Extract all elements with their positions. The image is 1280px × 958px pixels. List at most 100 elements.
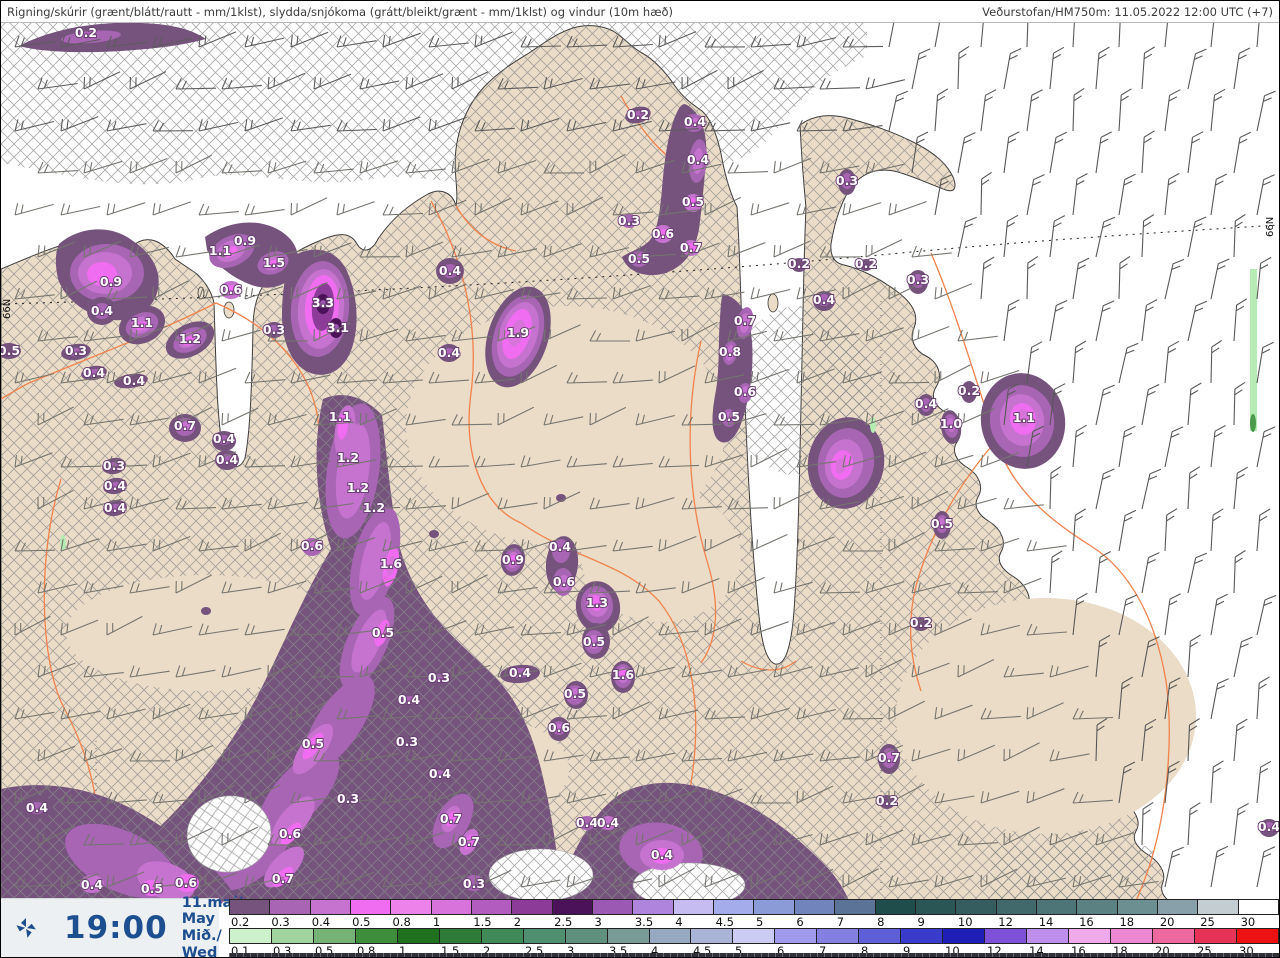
precip-value-label: 0.5 <box>372 625 394 640</box>
precip-value-label: 0.5 <box>718 409 740 424</box>
legend-swatch <box>835 900 876 914</box>
legend-label: 14 <box>1038 915 1054 929</box>
precip-value-label: 0.4 <box>915 396 937 411</box>
timeline-tick-bar <box>229 953 1279 957</box>
precip-value-label: 0.7 <box>440 811 462 826</box>
legend-label: 4.5 <box>715 915 734 929</box>
precip-value-label: 0.4 <box>104 478 126 493</box>
precip-value-label: 1.9 <box>507 325 529 340</box>
legend-swatch <box>1117 900 1158 914</box>
precip-value-label: 1.2 <box>363 500 385 515</box>
legend-label: 30 <box>1240 915 1256 929</box>
legend-swatch <box>633 900 674 914</box>
legend-swatch <box>1152 929 1195 943</box>
precip-value-label: 0.6 <box>220 282 242 297</box>
legend-swatch <box>593 900 634 914</box>
precip-value-label: 3.1 <box>327 320 349 335</box>
legend-label: 4 <box>675 915 683 929</box>
precip-value-label: 0.2 <box>855 256 877 271</box>
precip-value-label: 0.3 <box>263 322 285 337</box>
precip-value-label: 0.4 <box>26 800 48 815</box>
legend-swatch <box>397 929 440 943</box>
legend-swatch <box>775 929 818 943</box>
legend-label: 3.5 <box>634 915 654 929</box>
precip-value-label: 0.4 <box>216 452 238 467</box>
precip-value-label: 0.4 <box>213 431 235 446</box>
legend-label: 3 <box>594 915 602 929</box>
compass-pinwheel-icon <box>16 918 36 938</box>
forecast-time: 19:00 <box>64 910 168 946</box>
legend-swatch <box>714 900 755 914</box>
legend-label: 0.5 <box>352 915 371 929</box>
sleet-snow-scale <box>229 899 1279 915</box>
legend-swatch <box>481 929 524 943</box>
precip-value-label: 0.4 <box>509 665 531 680</box>
legend-label: 0.3 <box>271 915 290 929</box>
legend-swatch <box>512 900 553 914</box>
legend-swatch <box>310 900 352 914</box>
legend-swatch <box>472 900 513 914</box>
precip-value-label: 0.5 <box>141 881 163 896</box>
legend-label: 7 <box>836 915 845 929</box>
legend-swatch <box>985 929 1028 943</box>
legend-swatch <box>229 900 271 914</box>
legend: 0.2 0.3 0.4 0.5 0.8 1 1.5 2 2.5 3 3.5 4 4.5 5 6 7 8 9 10 12… <box>229 899 1279 957</box>
legend-swatch <box>607 929 650 943</box>
precip-value-label: 0.4 <box>576 815 598 830</box>
precip-value-label: 0.7 <box>680 240 702 255</box>
precip-value-label: 0.7 <box>458 834 480 849</box>
legend-swatch <box>1194 929 1237 943</box>
precip-value-label: 0.5 <box>1 343 20 358</box>
legend-label: 25 <box>1200 915 1215 929</box>
precip-value-label: 0.4 <box>687 152 709 167</box>
precip-value-label: 0.3 <box>836 173 858 188</box>
precip-value-label: 0.4 <box>549 539 571 554</box>
legend-label: 10 <box>957 915 973 929</box>
legend-label: 5 <box>756 915 764 929</box>
precip-value-label: 0.7 <box>878 750 900 765</box>
precip-value-label: 1.1 <box>329 409 351 424</box>
precip-value-label: 0.6 <box>553 574 575 589</box>
precip-value-label: 0.4 <box>651 847 673 862</box>
legend-label: 20 <box>1159 915 1175 929</box>
legend-label: 16 <box>1079 915 1094 929</box>
legend-swatch <box>1198 900 1239 914</box>
legend-label: 0.2 <box>231 915 250 929</box>
precip-value-label: 0.9 <box>100 274 122 289</box>
precip-value-label: 0.3 <box>65 343 87 358</box>
legend-swatch <box>523 929 566 943</box>
precip-value-label: 0.3 <box>428 670 450 685</box>
precip-value-label: 0.4 <box>83 365 105 380</box>
precip-value-label: 0.8 <box>719 344 741 359</box>
legend-swatch <box>271 929 314 943</box>
precip-value-label: 1.2 <box>179 331 201 346</box>
legend-swatch <box>313 929 356 943</box>
map-attribution: Veðurstofan/HM750m: 11.05.2022 12:00 UTC… <box>982 4 1273 19</box>
precip-value-label: 0.7 <box>174 418 196 433</box>
legend-swatch <box>270 900 311 914</box>
precip-value-label: 0.3 <box>618 213 640 228</box>
weather-map-viewer: Rigning/skúrir (grænt/blátt/rautt - mm/1… <box>0 0 1280 958</box>
precip-value-label: 0.2 <box>958 383 980 398</box>
latitude-label: 66N <box>2 299 13 319</box>
legend-swatch <box>355 929 398 943</box>
precip-value-label: 0.5 <box>583 634 605 649</box>
precip-value-label: 0.6 <box>301 538 323 553</box>
legend-swatch <box>1238 900 1279 914</box>
precip-value-label: 0.4 <box>81 877 103 892</box>
legend-swatch <box>1236 929 1279 943</box>
precip-value-label: 0.9 <box>502 552 524 567</box>
precip-value-label: 0.2 <box>788 256 810 271</box>
precip-value-label: 0.4 <box>813 292 835 307</box>
legend-swatch <box>1069 929 1112 943</box>
precip-value-label: 1.1 <box>1013 410 1035 425</box>
legend-label: 1 <box>432 915 441 929</box>
legend-swatch <box>754 900 795 914</box>
legend-label: 12 <box>998 915 1013 929</box>
precip-value-label: 0.3 <box>103 458 125 473</box>
legend-swatch <box>391 900 432 914</box>
legend-swatch <box>794 900 836 914</box>
legend-swatch <box>1036 900 1078 914</box>
precip-value-label: 1.1 <box>131 315 153 330</box>
rain-scale <box>229 928 1279 944</box>
